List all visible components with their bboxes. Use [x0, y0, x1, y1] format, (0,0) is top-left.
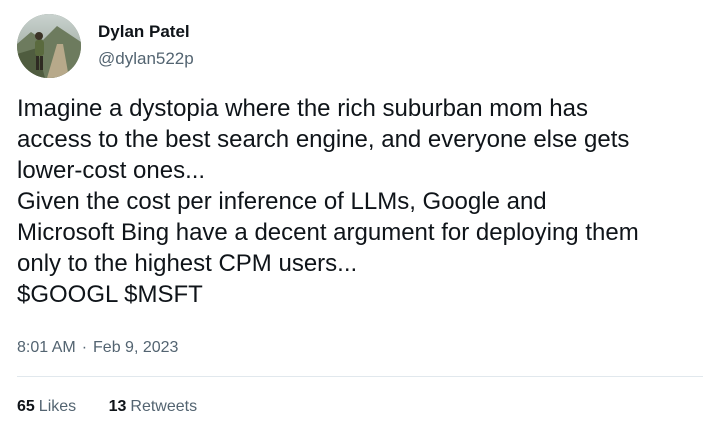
engagement-stats: 65 Likes 13 Retweets [17, 397, 225, 417]
author-info: Dylan Patel @dylan522p [98, 22, 194, 70]
tweet-text-line: Given the cost per inference of LLMs, Go… [17, 188, 547, 215]
likes-count: 65 [17, 398, 35, 415]
tweet-text-line: access to the best search engine, and ev… [17, 126, 630, 153]
avatar[interactable] [17, 14, 81, 78]
retweets-stat[interactable]: 13 Retweets [109, 397, 198, 417]
retweets-count: 13 [108, 398, 127, 415]
tweet-text-line: Microsoft Bing have a decent argument fo… [17, 219, 639, 246]
tweet-text-line: only to the highest CPM users... [17, 250, 358, 277]
tweet-timestamp[interactable]: 8:01 AM · Feb 9, 2023 [17, 338, 178, 358]
likes-stat[interactable]: 65 Likes [17, 397, 76, 417]
tweet-text-line: lower-cost ones... [17, 157, 206, 184]
tweet-text-line: Imagine a dystopia where the rich suburb… [17, 95, 588, 122]
tweet-time: 8:01 AM [17, 339, 76, 356]
retweets-label: Retweets [130, 398, 198, 415]
user-handle[interactable]: @dylan522p [98, 48, 194, 70]
person-photo-icon [17, 14, 81, 78]
display-name[interactable]: Dylan Patel [98, 22, 194, 42]
tweet-text: Imagine a dystopia where the rich suburb… [17, 93, 712, 310]
divider [17, 376, 703, 377]
tweet-date: Feb 9, 2023 [93, 339, 179, 356]
meta-separator: · [81, 339, 88, 356]
likes-label: Likes [38, 398, 77, 415]
tweet-card: Dylan Patel @dylan522p Imagine a dystopi… [0, 0, 720, 431]
cashtags[interactable]: $GOOGL $MSFT [17, 279, 712, 310]
